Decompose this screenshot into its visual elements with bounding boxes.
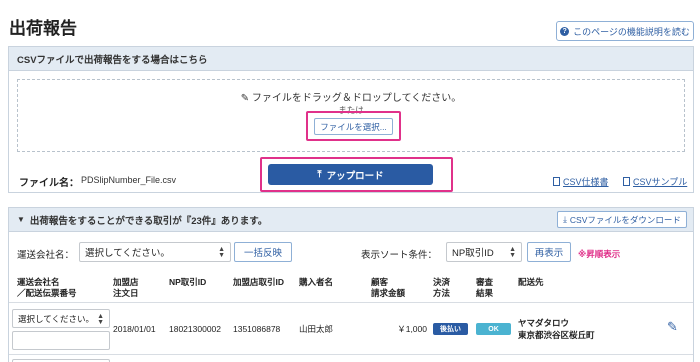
csv-spec-link-label: CSV仕様書: [563, 177, 609, 187]
row-carrier-select-value: 選択してください。: [18, 313, 94, 324]
edit-icon[interactable]: ✎: [667, 319, 678, 335]
file-name-value: PDSlipNumber_File.csv: [81, 175, 177, 185]
payment-badge: 後払い: [433, 323, 468, 335]
document-icon: [623, 177, 630, 186]
redisplay-button[interactable]: 再表示: [527, 242, 571, 262]
csv-download-label: CSVファイルをダウンロード: [569, 214, 681, 225]
drop-instruction: ✎ ファイルをドラッグ＆ドロップしてください。: [18, 89, 684, 104]
page-title: 出荷報告: [9, 19, 77, 38]
select-file-highlight: ファイルを選択...: [306, 111, 401, 141]
select-arrows-icon: ▲ ▼: [218, 246, 225, 259]
file-drop-zone[interactable]: ✎ ファイルをドラッグ＆ドロップしてください。 または ファイルを選択...: [17, 79, 685, 152]
question-icon: ?: [560, 26, 570, 36]
download-icon: ⤓: [563, 214, 567, 224]
help-button-label: このページの機能説明を読む: [573, 26, 690, 37]
upload-button[interactable]: ⤒ アップロード: [268, 164, 433, 185]
upload-button-label: アップロード: [326, 170, 384, 182]
select-arrows-icon: ▲ ▼: [97, 313, 104, 326]
row-merchant-id: 1351086878: [233, 324, 281, 334]
csv-panel-title: CSVファイルで出荷報告をする場合はこちら: [9, 47, 693, 71]
select-arrows-icon: ▲ ▼: [509, 246, 516, 259]
upload-highlight: ⤒ アップロード: [260, 157, 453, 192]
csv-sample-link-label: CSVサンプル: [633, 177, 688, 187]
apply-all-button[interactable]: 一括反映: [234, 242, 292, 262]
orders-panel-header[interactable]: ▼ 出荷報告をすることができる取引が『23件』あります。 ⤓ CSVファイルをダ…: [9, 208, 693, 232]
document-icon: [553, 177, 560, 186]
orders-panel: ▼ 出荷報告をすることができる取引が『23件』あります。 ⤓ CSVファイルをダ…: [8, 207, 694, 362]
col-carrier: 運送会社名 ／配送伝票番号: [17, 277, 77, 298]
caret-down-icon: ▼: [17, 215, 25, 224]
table-header-divider: [9, 302, 693, 303]
carrier-select[interactable]: 選択してください。 ▲ ▼: [79, 242, 231, 262]
col-payment: 決済 方法: [433, 277, 451, 298]
row-divider: [9, 354, 693, 355]
row-order-date: 2018/01/01: [113, 324, 156, 334]
file-name-label: ファイル名：: [19, 178, 79, 189]
sort-label: 表示ソート条件：: [361, 250, 438, 261]
row-slip-number-input[interactable]: [12, 331, 110, 350]
col-amount: 顧客 請求金額: [371, 277, 406, 298]
upload-icon: ⤒: [317, 169, 322, 180]
col-np-id: NP取引ID: [169, 277, 207, 287]
csv-download-button[interactable]: ⤓ CSVファイルをダウンロード: [557, 211, 687, 228]
help-button[interactable]: ? このページの機能説明を読む: [556, 21, 694, 41]
sort-order-note: ※昇順表示: [578, 249, 621, 259]
sort-select-value: NP取引ID: [452, 248, 494, 259]
select-file-button[interactable]: ファイルを選択...: [314, 118, 393, 135]
orders-panel-title: 出荷報告をすることができる取引が『23件』あります。: [29, 215, 268, 227]
col-merchant-id: 加盟店取引ID: [233, 277, 285, 287]
sort-select[interactable]: NP取引ID ▲ ▼: [446, 242, 522, 262]
col-order-date: 加盟店 注文日: [113, 277, 139, 298]
row-ship-address: 東京都渋谷区桜丘町: [518, 330, 595, 340]
drop-text: ファイルをドラッグ＆ドロップしてください。: [251, 93, 462, 104]
carrier-select-value: 選択してください。: [85, 248, 170, 259]
csv-sample-link[interactable]: CSVサンプル: [623, 175, 687, 188]
row-amount: ￥1,000: [397, 324, 427, 334]
col-ship-to: 配送先: [518, 277, 544, 287]
row-ship-name: ヤマダタロウ: [518, 318, 570, 328]
col-buyer: 購入者名: [299, 277, 334, 287]
col-review: 審査 結果: [476, 277, 494, 298]
row-np-id: 18021300002: [169, 324, 222, 334]
row-buyer: 山田太郎: [299, 324, 334, 334]
paperclip-icon: ✎: [240, 93, 250, 104]
carrier-label: 運送会社名：: [17, 250, 75, 261]
review-badge: OK: [476, 323, 511, 335]
row-carrier-select[interactable]: 選択してください。 ▲ ▼: [12, 309, 110, 328]
csv-spec-link[interactable]: CSV仕様書: [553, 175, 609, 188]
csv-upload-panel: CSVファイルで出荷報告をする場合はこちら ✎ ファイルをドラッグ＆ドロップして…: [8, 46, 694, 193]
